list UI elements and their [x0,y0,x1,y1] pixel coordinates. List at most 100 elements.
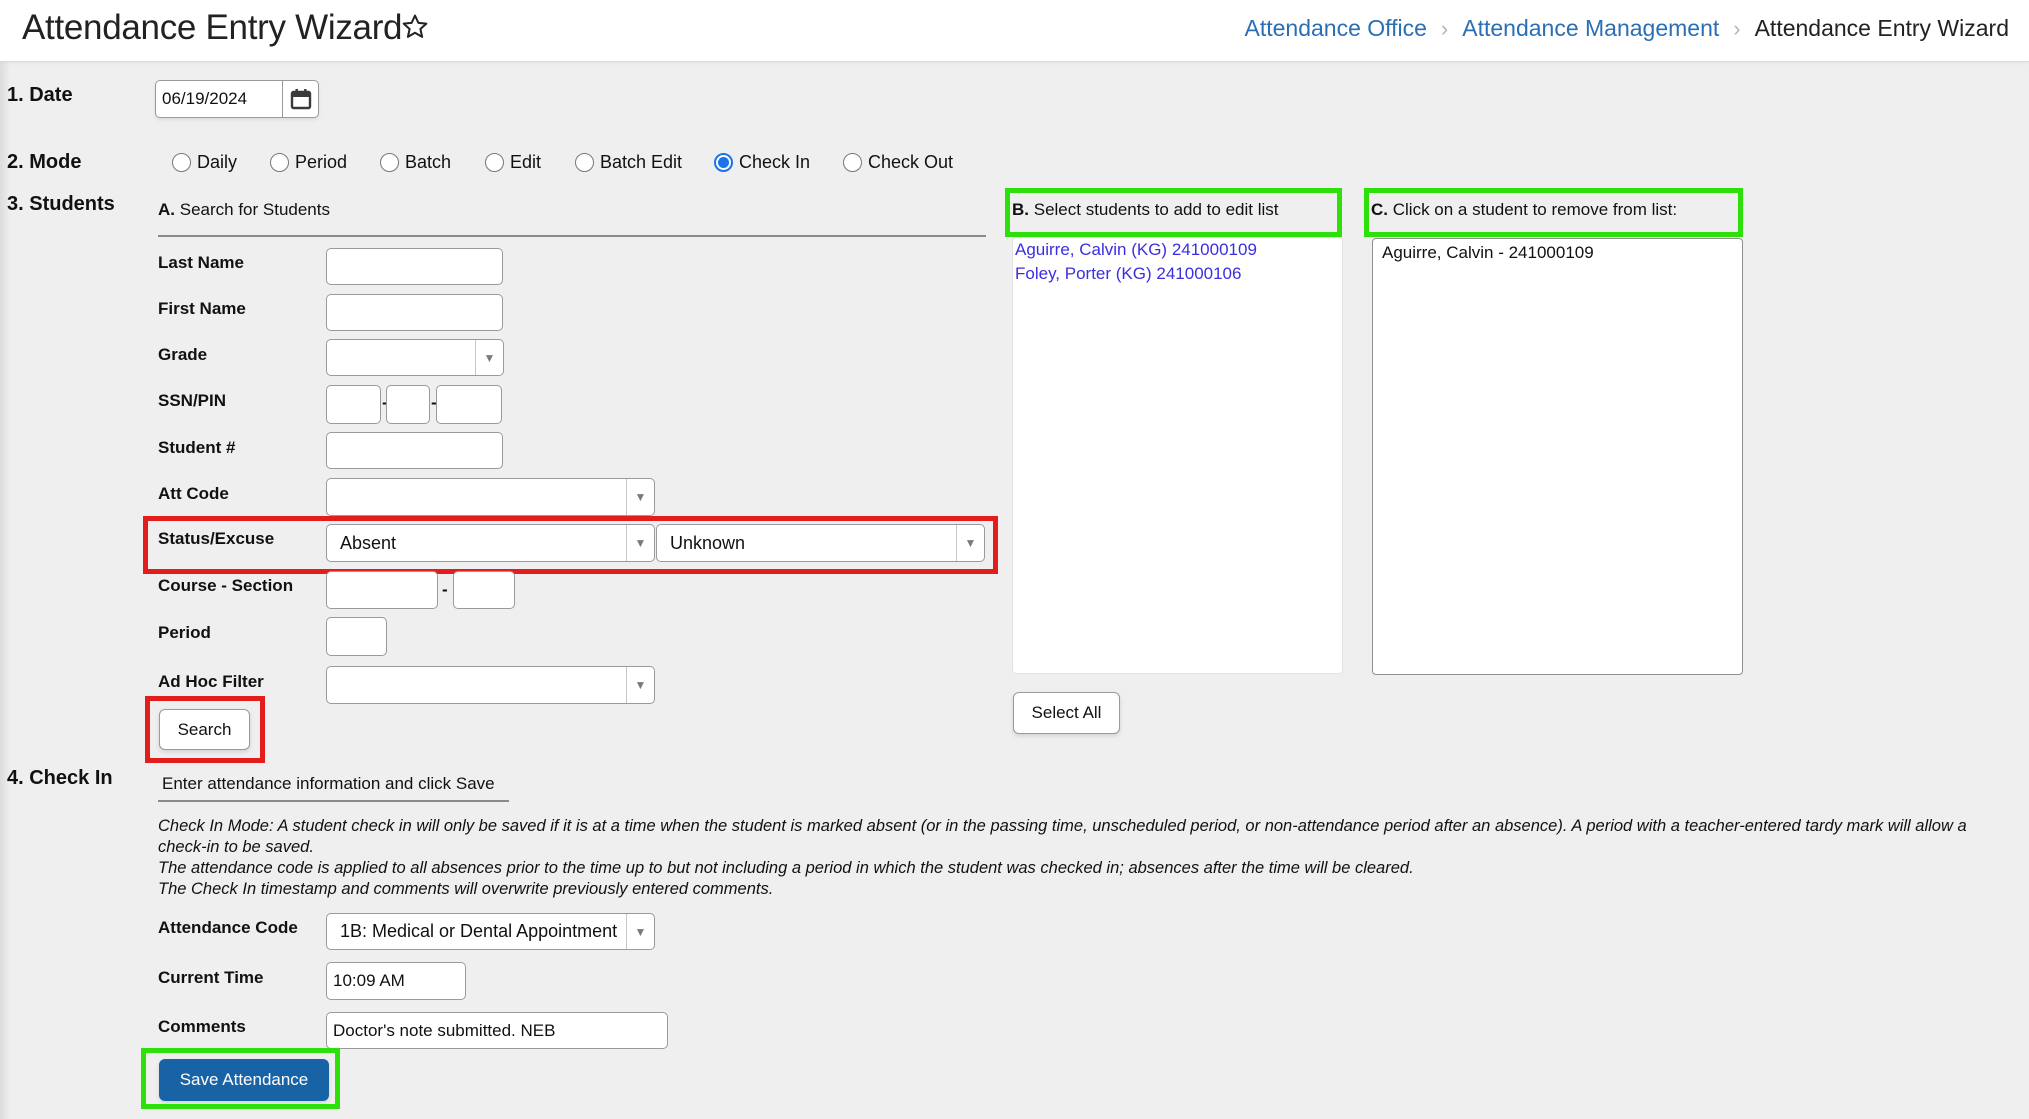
current-time-input[interactable]: 10:09 AM [326,962,466,1000]
breadcrumb-current: Attendance Entry Wizard [1754,15,2009,41]
radio-circle[interactable] [843,153,862,172]
excuse-select[interactable]: Unknown ▼ [656,524,985,562]
heading-text: Search for Students [179,200,330,219]
period-label: Period [158,623,211,642]
ssn-label: SSN/PIN [158,391,227,410]
section-input[interactable] [453,571,515,609]
mode-radio-batch[interactable]: Batch [380,152,451,173]
page-header: Attendance Entry Wizard Attendance Offic… [0,0,2029,62]
student-search-results-list[interactable]: Aguirre, Calvin (KG) 241000109 Foley, Po… [1012,237,1343,674]
calendar-icon [290,89,311,110]
search-button[interactable]: Search [159,709,250,750]
select-all-button[interactable]: Select All [1013,692,1120,734]
radio-label: Daily [197,152,238,172]
dropdown-arrow-icon: ▼ [956,525,984,561]
attendance-code-select[interactable]: 1B: Medical or Dental Appointment ▼ [326,913,655,950]
heading-prefix: B. [1012,200,1029,219]
dropdown-arrow-icon: ▼ [626,525,654,561]
ssn-part2-input[interactable] [386,385,430,424]
select-value: Absent [340,532,397,553]
breadcrumb-attendance-management[interactable]: Attendance Management [1462,15,1719,42]
instruction-line: The Check In timestamp and comments will… [158,880,774,898]
heading-text: Click on a student to remove from list: [1392,200,1678,219]
star-outline-icon[interactable] [400,12,430,42]
mode-radio-edit[interactable]: Edit [485,152,541,173]
comments-label: Comments [158,1017,246,1036]
status-select[interactable]: Absent ▼ [326,524,655,562]
dropdown-arrow-icon: ▼ [626,667,654,703]
breadcrumb-attendance-office[interactable]: Attendance Office [1245,15,1427,42]
course-section-separator: - [442,580,448,599]
radio-circle[interactable] [575,153,594,172]
radio-label: Check In [739,152,811,172]
list-item[interactable]: Foley, Porter (KG) 241000106 [1015,262,1342,286]
chevron-right-icon: › [1733,15,1741,41]
section-check-in-label: 4. Check In [7,767,113,789]
first-name-input[interactable] [326,294,503,331]
dropdown-arrow-icon: ▼ [626,479,654,515]
date-field[interactable]: 06/19/2024 [155,80,319,118]
list-c-heading: C. Click on a student to remove from lis… [1371,200,1677,220]
radio-circle[interactable] [172,153,191,172]
attendance-code-label: Attendance Code [158,918,298,937]
selected-students-list[interactable]: Aguirre, Calvin - 241000109 [1372,238,1743,675]
heading-prefix: C. [1371,200,1388,219]
grade-label: Grade [158,345,208,364]
mode-radio-batch-edit[interactable]: Batch Edit [575,152,682,173]
divider [158,235,986,237]
list-item[interactable]: Aguirre, Calvin (KG) 241000109 [1015,238,1342,262]
first-name-label: First Name [158,299,246,318]
dropdown-arrow-icon: ▼ [626,914,654,949]
ad-hoc-filter-select[interactable]: ▼ [326,666,655,704]
comments-input[interactable]: Doctor's note submitted. NEB [326,1012,668,1049]
radio-circle[interactable] [380,153,399,172]
list-b-heading: B. Select students to add to edit list [1012,200,1279,220]
mode-radio-period[interactable]: Period [270,152,347,173]
ssn-part1-input[interactable] [326,385,381,424]
instruction-line: The attendance code is applied to all ab… [158,859,1414,877]
att-code-label: Att Code [158,484,229,503]
radio-label: Batch Edit [600,152,683,172]
check-in-heading: Enter attendance information and click S… [162,774,495,793]
section-students-label: 3. Students [7,193,115,215]
date-value[interactable]: 06/19/2024 [156,81,282,117]
radio-circle-selected[interactable] [714,153,733,172]
period-input[interactable] [326,617,387,656]
grade-select[interactable]: ▼ [326,339,504,376]
course-section-label: Course - Section [158,576,294,595]
ad-hoc-filter-label: Ad Hoc Filter [158,672,264,691]
student-number-label: Student # [158,438,236,457]
student-number-input[interactable] [326,432,503,469]
course-input[interactable] [326,571,438,609]
radio-circle[interactable] [485,153,504,172]
search-heading: A. Search for Students [158,200,330,220]
check-in-instructions: Check In Mode: A student check in will o… [158,816,2008,900]
heading-prefix: A. [158,200,175,219]
radio-label: Check Out [868,152,954,172]
last-name-input[interactable] [326,248,503,285]
divider [158,800,509,802]
mode-radio-check-in[interactable]: Check In [714,152,810,173]
instruction-line: Check In Mode: A student check in will o… [158,817,1967,856]
page-title: Attendance Entry Wizard [22,8,403,47]
last-name-label: Last Name [158,253,244,272]
ssn-part3-input[interactable] [436,385,502,424]
list-item[interactable]: Aguirre, Calvin - 241000109 [1382,241,1742,265]
select-value: 1B: Medical or Dental Appointment [340,921,618,941]
section-mode-label: 2. Mode [7,151,82,173]
calendar-button[interactable] [282,81,318,117]
select-value: Unknown [670,532,746,553]
att-code-select[interactable]: ▼ [326,478,655,516]
current-time-label: Current Time [158,968,264,987]
mode-radio-daily[interactable]: Daily [172,152,237,173]
save-attendance-button[interactable]: Save Attendance [159,1059,329,1101]
radio-circle[interactable] [270,153,289,172]
mode-radio-check-out[interactable]: Check Out [843,152,953,173]
chevron-right-icon: › [1440,15,1449,41]
section-date-label: 1. Date [7,84,73,106]
breadcrumb: Attendance Office › Attendance Managemen… [1245,15,2010,42]
radio-label: Edit [510,152,542,172]
radio-label: Batch [405,152,452,172]
status-excuse-label: Status/Excuse [158,529,275,548]
dropdown-arrow-icon: ▼ [475,340,503,375]
